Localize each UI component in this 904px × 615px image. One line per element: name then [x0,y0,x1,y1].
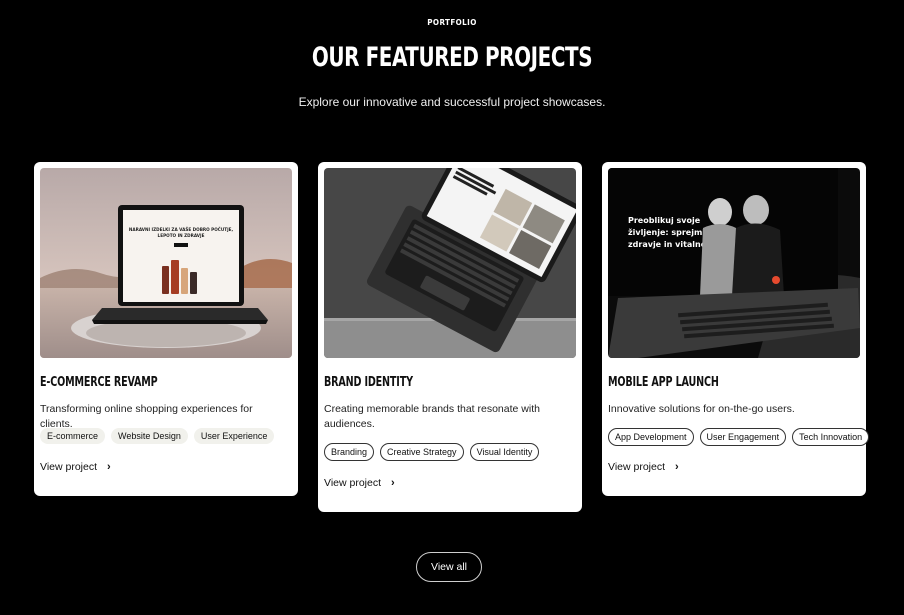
view-project-link[interactable]: View project › [40,461,111,473]
project-description: Innovative solutions for on-the-go users… [608,403,795,415]
tag-ecommerce: E-commerce [40,428,106,444]
project-title: E-COMMERCE REVAMP [40,375,158,390]
chevron-right-icon: › [107,461,111,473]
section-subtitle: Explore our innovative and successful pr… [298,95,606,109]
project-title: BRAND IDENTITY [324,375,413,390]
tag-app-development: App Development [608,428,694,446]
project-title: MOBILE APP LAUNCH [608,375,719,390]
section-title: OUR FEATURED PROJECTS [311,42,593,73]
section-eyebrow: PORTFOLIO [427,18,477,27]
view-project-label: View project [608,461,666,473]
svg-text:LEPOTO IN ZDRAVJE: LEPOTO IN ZDRAVJE [158,233,205,238]
tag-list: Branding Creative Strategy Visual Identi… [324,443,540,461]
tag-list: E-commerce Website Design User Experienc… [40,428,275,444]
tag-list: App Development User Engagement Tech Inn… [608,428,870,446]
tag-branding: Branding [324,443,375,461]
project-card-ecommerce[interactable]: NARAVNI IZDELKI ZA VAŠE DOBRO POČUTJE, L… [34,162,298,496]
view-project-label: View project [324,477,382,489]
project-image-mobile: Preoblikuj svoje življenje: sprejmi zdra… [608,168,860,358]
project-description: Creating memorable brands that resonate … [324,403,540,430]
project-image-ecommerce: NARAVNI IZDELKI ZA VAŠE DOBRO POČUTJE, L… [40,168,292,358]
tag-user-engagement: User Engagement [699,428,787,446]
view-project-label: View project [40,461,98,473]
project-card-brand[interactable]: BRAND IDENTITY Creating memorable brands… [318,162,582,512]
tag-visual-identity: Visual Identity [469,443,540,461]
chevron-right-icon: › [391,477,395,489]
chevron-right-icon: › [675,461,679,473]
view-project-link[interactable]: View project › [608,461,679,473]
project-card-mobile[interactable]: Preoblikuj svoje življenje: sprejmi zdra… [602,162,870,496]
screen-text-2: življenje: sprejmi [628,228,705,237]
project-image-brand [324,168,576,358]
tag-creative-strategy: Creative Strategy [380,443,464,461]
view-all-button[interactable]: View all [416,552,482,582]
view-project-link[interactable]: View project › [324,477,395,489]
svg-text:NARAVNI IZDELKI ZA VAŠE DOBRO: NARAVNI IZDELKI ZA VAŠE DOBRO POČUTJE, [129,227,234,232]
tag-website-design: Website Design [111,428,188,444]
tag-user-experience: User Experience [193,428,275,444]
tag-tech-innovation: Tech Innovation [792,428,870,446]
screen-text-1: Preoblikuj svoje [628,216,701,225]
